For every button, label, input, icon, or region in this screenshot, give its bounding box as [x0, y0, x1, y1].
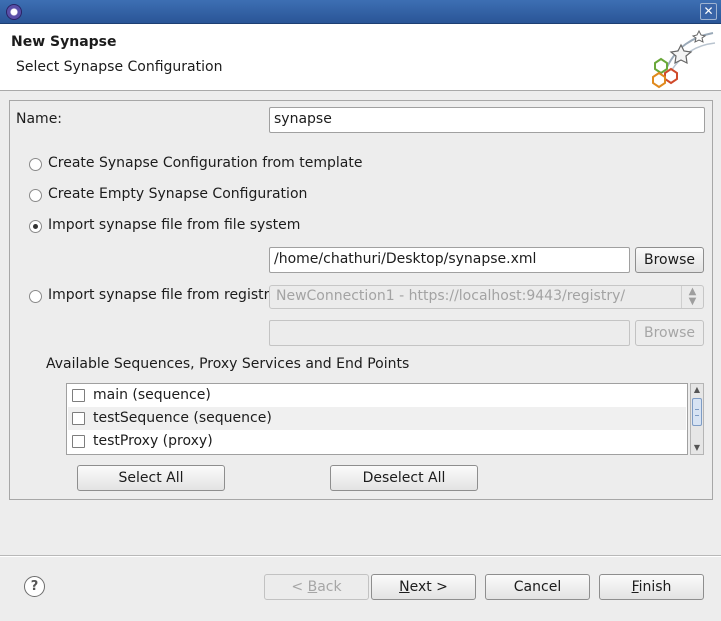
title-bar: ✕ — [0, 0, 721, 24]
list-item[interactable]: main (sequence) — [68, 384, 686, 407]
list-item-label: testSequence (sequence) — [93, 410, 272, 426]
list-item-label: main (sequence) — [93, 387, 211, 403]
item-checkbox[interactable] — [72, 412, 85, 425]
select-all-button[interactable]: Select All — [77, 465, 225, 491]
registry-radio-label[interactable]: Import synapse file from registry — [48, 287, 278, 303]
back-prefix: < — [291, 579, 308, 595]
item-checkbox[interactable] — [72, 435, 85, 448]
back-mnemonic: B — [307, 579, 318, 595]
file-system-radio[interactable] — [29, 220, 42, 233]
footer-separator — [0, 555, 721, 557]
chevron-updown-icon: ▲ ▼ — [681, 286, 703, 308]
cancel-button[interactable]: Cancel — [485, 574, 590, 600]
back-rest: ack — [317, 579, 342, 595]
browse-button[interactable]: Browse — [635, 247, 704, 273]
file-path-field[interactable]: /home/chathuri/Desktop/synapse.xml — [269, 247, 630, 273]
back-button[interactable]: < Back — [264, 574, 369, 600]
scroll-down-icon[interactable]: ▼ — [691, 442, 703, 454]
wizard-subtitle: Select Synapse Configuration — [16, 59, 223, 75]
deselect-all-button[interactable]: Deselect All — [330, 465, 478, 491]
file-system-radio-label[interactable]: Import synapse file from file system — [48, 217, 300, 233]
close-icon[interactable]: ✕ — [700, 3, 717, 20]
next-mnemonic: N — [399, 579, 410, 595]
scroll-up-icon[interactable]: ▲ — [691, 384, 703, 396]
registry-radio[interactable] — [29, 290, 42, 303]
wizard-header: New Synapse Select Synapse Configuration — [0, 24, 721, 91]
template-radio[interactable] — [29, 158, 42, 171]
wizard-logo-icon — [652, 29, 716, 89]
next-button[interactable]: Next > — [371, 574, 476, 600]
scroll-thumb[interactable] — [692, 398, 702, 426]
empty-radio-label[interactable]: Create Empty Synapse Configuration — [48, 186, 307, 202]
wizard-title: New Synapse — [11, 34, 117, 50]
registry-path-field[interactable] — [269, 320, 630, 346]
list-scrollbar[interactable]: ▲ ▼ — [690, 383, 704, 455]
registry-connection-select[interactable]: NewConnection1 - https://localhost:9443/… — [269, 285, 704, 309]
name-field[interactable]: synapse — [269, 107, 705, 133]
list-item-label: testProxy (proxy) — [93, 433, 213, 449]
finish-mnemonic: F — [631, 579, 639, 595]
help-icon[interactable]: ? — [24, 576, 45, 597]
eclipse-icon — [6, 4, 22, 20]
empty-radio[interactable] — [29, 189, 42, 202]
next-rest: ext > — [409, 579, 448, 595]
available-items-list[interactable]: main (sequence) testSequence (sequence) … — [66, 383, 688, 455]
item-checkbox[interactable] — [72, 389, 85, 402]
config-group: Name: synapse Create Synapse Configurati… — [9, 100, 713, 500]
available-items-label: Available Sequences, Proxy Services and … — [46, 356, 410, 372]
list-item[interactable]: testProxy (proxy) — [68, 430, 686, 453]
registry-connection-value: NewConnection1 - https://localhost:9443/… — [276, 288, 626, 304]
finish-button[interactable]: Finish — [599, 574, 704, 600]
name-label: Name: — [16, 111, 63, 127]
list-item[interactable]: testSequence (sequence) — [68, 407, 686, 430]
registry-browse-button[interactable]: Browse — [635, 320, 704, 346]
finish-rest: inish — [638, 579, 672, 595]
template-radio-label[interactable]: Create Synapse Configuration from templa… — [48, 155, 362, 171]
